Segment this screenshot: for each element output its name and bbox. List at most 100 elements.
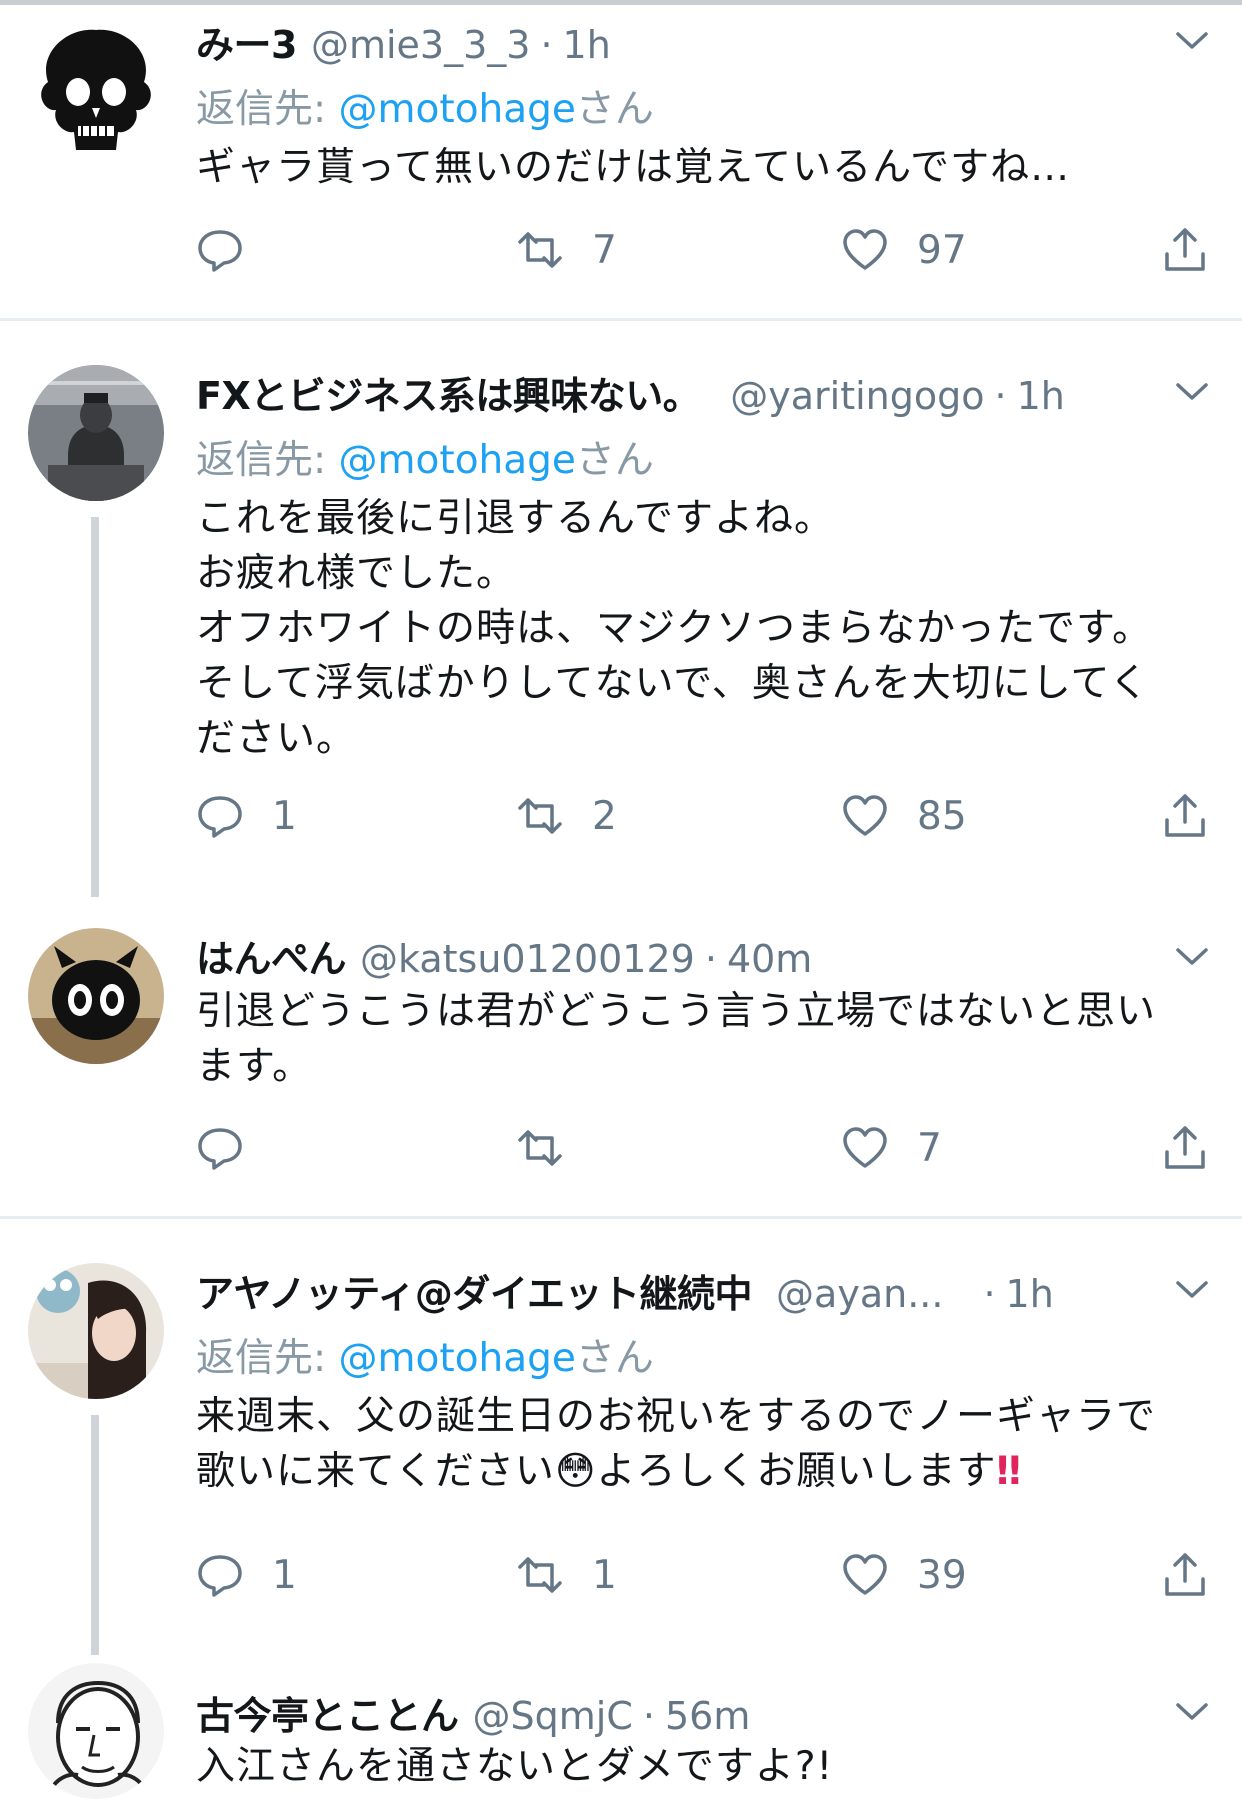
like-button[interactable]: 39 (841, 1545, 967, 1605)
text-line-2b: よろしくお願いします (596, 1449, 997, 1494)
like-count: 97 (917, 227, 967, 273)
reply-icon (198, 230, 242, 272)
tweet-4[interactable]: アヤノッティ@ダイエット継続中 @ayan... · 1h 返信先: @motohag… (0, 1219, 1242, 1659)
tweet-text: 入江さんを通さないとダメですよ?! (196, 1744, 834, 1789)
avatar-illustration[interactable] (28, 1663, 164, 1799)
timestamp[interactable]: 40m (727, 937, 812, 981)
avatar-selfie[interactable] (28, 1263, 164, 1399)
share-button[interactable] (1161, 1545, 1209, 1605)
author-name[interactable]: FXとビジネス系は興味ない。 (196, 374, 701, 418)
share-button[interactable] (1161, 220, 1209, 280)
tweet-text: 来週末、父の誕生日のお祝いをするのでノーギャラで 歌いに来てください😳よろしくお… (196, 1389, 1216, 1499)
reply-count: 1 (272, 1552, 297, 1598)
timestamp[interactable]: 1h (1006, 1272, 1054, 1316)
share-icon (1165, 794, 1205, 837)
reply-to-suffix: さん (575, 438, 654, 483)
tweet-text: 引退どうこうは君がどうこう言う立場ではないと思い ます。 (196, 989, 1157, 1089)
retweet-count: 1 (592, 1552, 617, 1598)
retweet-button[interactable] (516, 1118, 592, 1178)
tweet-5-header: 古今亭とことん @SqmjC · 56m (196, 1685, 1122, 1738)
reply-to-label: 返信先: (196, 438, 327, 483)
author-handle[interactable]: @ayan... (776, 1272, 943, 1316)
tweet-actions: 1 2 85 (196, 786, 1226, 846)
double-exclamation-emoji: ‼ (996, 1449, 1022, 1494)
retweet-icon (518, 1130, 562, 1166)
author-name[interactable]: アヤノッティ@ダイエット継続中 (196, 1272, 753, 1316)
retweet-count: 7 (592, 227, 617, 273)
avatar-statue[interactable] (28, 365, 164, 501)
tweet-text: これを最後に引退するんですよね。 お疲れ様でした。 オフホワイトの時は、マジクソ… (196, 496, 1153, 761)
retweet-icon (518, 232, 562, 268)
heart-icon (843, 1554, 887, 1595)
author-handle[interactable]: @yaritingogo (730, 374, 984, 418)
tweet-actions: 7 97 (196, 220, 1226, 280)
author-handle[interactable]: @katsu01200129 (360, 937, 695, 981)
separator-dot: · (983, 1272, 996, 1316)
timestamp[interactable]: 1h (563, 23, 611, 67)
reply-count: 1 (272, 793, 297, 839)
tweet-2[interactable]: FXとビジネス系は興味ない。 @yaritingogo · 1h 返信先: @moto… (0, 321, 1242, 901)
mention-link[interactable]: @motohage (339, 87, 576, 132)
reply-to-label: 返信先: (196, 87, 327, 132)
separator-dot: · (540, 23, 553, 67)
tweet-1-header: みー3 @mie3_3_3 · 1h (196, 14, 1122, 67)
reply-button[interactable] (196, 220, 272, 280)
share-icon (1165, 1126, 1205, 1169)
tweet-text: ギャラ貰って無いのだけは覚えているんですね… (196, 145, 1071, 190)
author-name[interactable]: 古今亭とことん (196, 1694, 459, 1738)
flushed-face-emoji: 😳 (554, 1449, 597, 1494)
retweet-icon (518, 1557, 562, 1593)
reply-icon (198, 1555, 242, 1597)
chevron-down-icon[interactable] (1172, 20, 1212, 60)
like-count: 39 (917, 1552, 967, 1598)
retweet-icon (518, 798, 562, 834)
retweet-button[interactable]: 7 (516, 220, 617, 280)
tweet-5[interactable]: 古今亭とことん @SqmjC · 56m 入江さんを通さないとダメですよ?! (0, 1659, 1242, 1799)
heart-icon (843, 795, 887, 836)
heart-icon (843, 1127, 887, 1168)
timestamp[interactable]: 56m (665, 1694, 750, 1738)
reply-button[interactable]: 1 (196, 786, 297, 846)
tweet-1[interactable]: みー3 @mie3_3_3 · 1h 返信先: @motohageさん ギャラ貰って無… (0, 0, 1242, 320)
like-button[interactable]: 97 (841, 220, 967, 280)
retweet-count: 2 (592, 793, 617, 839)
share-button[interactable] (1161, 786, 1209, 846)
share-icon (1165, 1553, 1205, 1596)
reply-to-line: 返信先: @motohageさん (196, 78, 654, 134)
retweet-button[interactable]: 1 (516, 1545, 617, 1605)
separator-dot: · (642, 1694, 655, 1738)
author-handle[interactable]: @SqmjC (473, 1694, 633, 1738)
reply-to-suffix: さん (575, 87, 654, 132)
tweet-3[interactable]: はんぺん @katsu01200129 · 40m 引退どうこうは君がどうこう言う立場… (0, 900, 1242, 1218)
share-icon (1165, 228, 1205, 271)
chevron-down-icon[interactable] (1172, 1691, 1212, 1731)
tweet-3-header: はんぺん @katsu01200129 · 40m (196, 928, 1122, 981)
reply-button[interactable] (196, 1118, 272, 1178)
mention-link[interactable]: @motohage (339, 438, 576, 483)
author-name[interactable]: はんぺん (196, 937, 347, 981)
like-button[interactable]: 7 (841, 1118, 942, 1178)
thread-line (91, 517, 99, 897)
text-line-2a: 歌いに来てください (196, 1449, 555, 1494)
chevron-down-icon[interactable] (1172, 1269, 1212, 1309)
share-button[interactable] (1161, 1118, 1209, 1178)
timestamp[interactable]: 1h (1017, 374, 1065, 418)
tweet-actions-spacer (196, 1325, 1226, 1385)
like-count: 85 (917, 793, 967, 839)
separator-dot: · (994, 374, 1007, 418)
avatar-plush[interactable] (28, 928, 164, 1064)
reply-icon (198, 796, 242, 838)
retweet-button[interactable]: 2 (516, 786, 617, 846)
separator-dot: · (704, 937, 717, 981)
tweet-4-header: アヤノッティ@ダイエット継続中 @ayan... · 1h (196, 1263, 1122, 1316)
avatar-skull[interactable] (28, 22, 164, 158)
like-button[interactable]: 85 (841, 786, 967, 846)
author-name[interactable]: みー3 (196, 23, 297, 67)
tweet-2-header: FXとビジネス系は興味ない。 @yaritingogo · 1h (196, 365, 1122, 418)
reply-button[interactable]: 1 (196, 1545, 297, 1605)
chevron-down-icon[interactable] (1172, 936, 1212, 976)
like-count: 7 (917, 1125, 942, 1171)
chevron-down-icon[interactable] (1172, 371, 1212, 411)
text-line-1: 来週末、父の誕生日のお祝いをするのでノーギャラで (196, 1394, 1157, 1439)
author-handle[interactable]: @mie3_3_3 (311, 23, 530, 67)
